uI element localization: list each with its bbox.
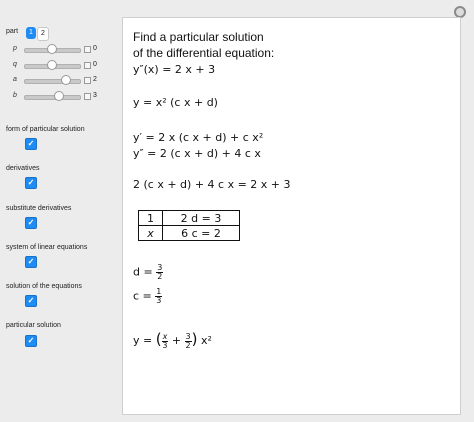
slider-p-label: p [13,45,17,52]
heading-line-2: of the differential equation: [133,46,275,60]
final-term2-denominator: 2 [185,340,191,350]
solution-c: c = 1 3 [133,288,163,305]
slider-a-track[interactable] [24,79,81,84]
slider-a-thumb[interactable] [61,75,71,85]
first-derivative: y′ = 2 x (c x + d) + c x² [133,131,264,144]
checkbox-particular-label: particular solution [6,322,61,329]
system-equation: 6 c = 2 [162,225,240,241]
checkbox-system[interactable]: ✓ [25,256,37,268]
solution-d-lhs: d = [133,265,153,279]
solution-form: y = x² (c x + d) [133,96,218,109]
final-lhs: y = [133,334,153,347]
checkbox-solution-label: solution of the equations [6,283,82,290]
slider-a-expand-icon[interactable] [84,77,91,84]
system-coef: 1 [138,210,163,226]
solution-c-lhs: c = [133,289,152,303]
solution-d: d = 3 2 [133,264,164,281]
checkbox-substitute-label: substitute derivatives [6,205,72,212]
solution-c-fraction: 1 3 [155,288,163,305]
slider-q-thumb[interactable] [47,60,57,70]
slider-b-label: b [13,92,17,99]
linear-system-table: 1 2 d = 3 x 6 c = 2 [138,210,240,241]
slider-q-value: 0 [93,61,97,68]
checkbox-solution[interactable]: ✓ [25,295,37,307]
checkbox-derivatives-label: derivatives [6,165,40,172]
slider-b-thumb[interactable] [54,91,64,101]
solution-d-fraction: 3 2 [156,264,164,281]
checkbox-form-label: form of particular solution [6,126,85,133]
slider-a-label: a [13,76,17,83]
slider-a-value: 2 [93,76,97,83]
slider-b-track[interactable] [24,95,81,100]
checkbox-form[interactable]: ✓ [25,138,37,150]
tab-part-2[interactable]: 2 [37,27,49,41]
heading-line-1: Find a particular solution [133,30,264,44]
slider-q-label: q [13,61,17,68]
solution-c-denominator: 3 [156,296,162,305]
second-derivative: y″ = 2 (c x + d) + 4 c x [133,147,261,160]
close-paren: ) [191,330,198,348]
ode-equation: y″(x) = 2 x + 3 [133,63,216,76]
particular-solution: y = ( x 3 + 3 2 ) x² [133,330,212,350]
part-label: part [6,28,19,35]
slider-q-expand-icon[interactable] [84,62,91,69]
slider-p-thumb[interactable] [47,44,57,54]
checkbox-particular[interactable]: ✓ [25,335,37,347]
final-term2: 3 2 [184,332,192,350]
final-term1-denominator: 3 [162,340,168,350]
slider-b-value: 3 [93,92,97,99]
final-tail: x² [201,334,212,347]
substituted-equation: 2 (c x + d) + 4 c x = 2 x + 3 [133,178,291,191]
system-equation: 2 d = 3 [162,210,240,226]
tab-part-1[interactable]: 1 [26,27,36,39]
table-row: x 6 c = 2 [138,225,240,241]
solution-d-denominator: 2 [157,272,163,281]
table-row: 1 2 d = 3 [138,210,240,226]
checkbox-system-label: system of linear equations [6,244,88,251]
checkbox-derivatives[interactable]: ✓ [25,177,37,189]
system-coef: x [138,225,163,241]
slider-p-expand-icon[interactable] [84,46,91,53]
slider-b-expand-icon[interactable] [84,93,91,100]
checkbox-substitute[interactable]: ✓ [25,217,37,229]
slider-p-value: 0 [93,45,97,52]
final-term1: x 3 [161,332,169,350]
output-panel: Find a particular solution of the differ… [122,17,461,415]
final-plus: + [171,334,182,347]
